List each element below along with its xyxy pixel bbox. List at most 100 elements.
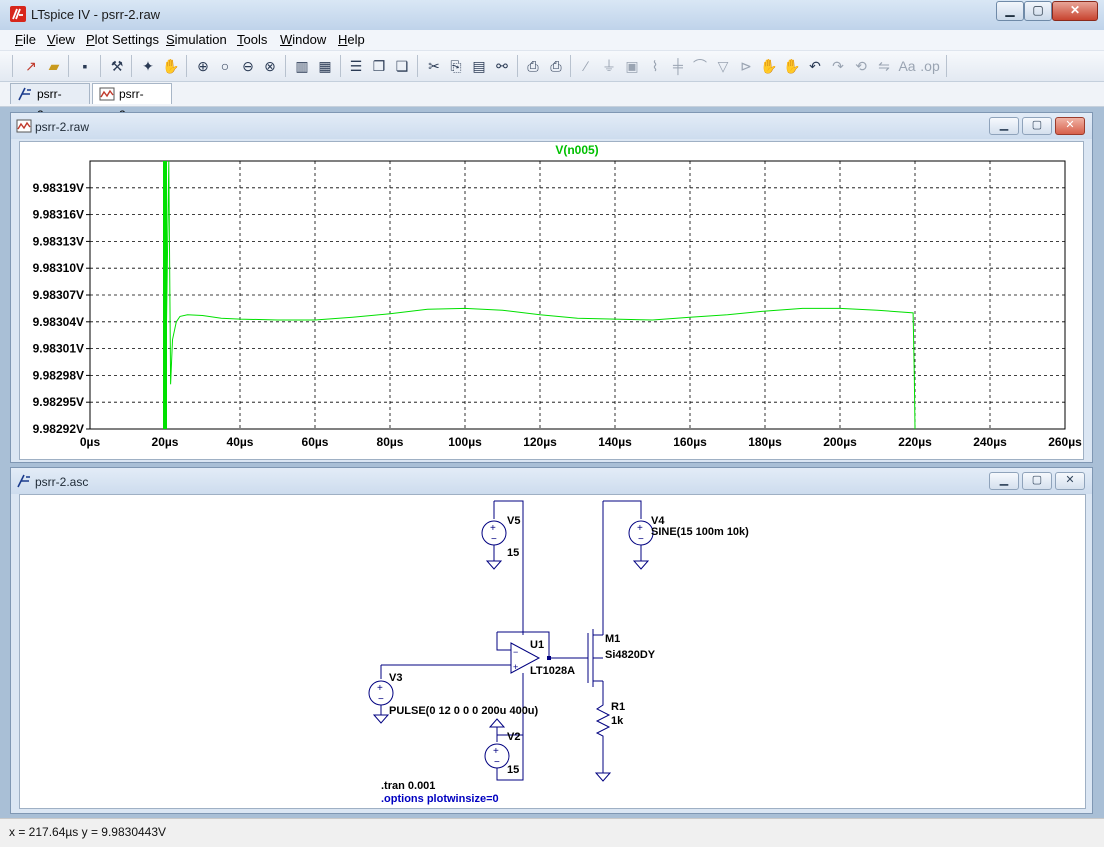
move-icon[interactable]: ✋ (759, 56, 779, 76)
close-button[interactable]: ✕ (1052, 1, 1098, 21)
svg-text:−: − (513, 647, 518, 657)
plot-window-title: psrr-2.raw (35, 120, 90, 134)
schematic-icon (18, 87, 31, 101)
waveform-chart[interactable]: V(n005) 0µs 20µs 40µs 60µs 80µs 100µs 120µs 140… (20, 142, 1083, 459)
run-icon[interactable]: ✦ (138, 56, 158, 76)
x-tick-label: 80µs (377, 435, 404, 449)
menu-simulation-accel: S (166, 32, 175, 47)
cut-icon[interactable]: ✂ (424, 56, 444, 76)
menu-plot-settings-accel: P (86, 32, 95, 47)
plot-window: psrr-2.raw ▁ ▢ ✕ V(n005) 0µs 20µs 40µs 60µs… (10, 112, 1093, 463)
resistor-icon[interactable]: ⌇ (645, 56, 665, 76)
grid-icon[interactable]: ▦ (315, 56, 335, 76)
tile-vertical-icon[interactable]: ❏ (392, 56, 412, 76)
label-net-icon[interactable]: ▣ (622, 56, 642, 76)
x-tick-label: 180µs (748, 435, 782, 449)
r1-name-label[interactable]: R1 (611, 701, 625, 713)
capacitor-icon[interactable]: ╪ (668, 56, 688, 76)
toolbar: ↗ ▰ ▪ ⚒ ✦ ✋ ⊕ ○ ⊖ ⊗ ▥ ▦ ☰ ❐ ❏ ✂ ⎘ ▤ ⚯ ⎙ … (0, 51, 1104, 82)
tran-directive[interactable]: .tran 0.001 (381, 780, 435, 792)
v2-name-label[interactable]: V2 (507, 731, 520, 743)
minimize-button[interactable]: ▁ (996, 1, 1024, 21)
menu-simulation[interactable]: Simulation (166, 32, 227, 47)
zoom-in-icon[interactable]: ⊕ (193, 56, 213, 76)
u1-value-label[interactable]: LT1028A (530, 665, 575, 677)
junction-dot (547, 656, 551, 660)
tab-psrr-2-asc[interactable]: psrr-2.asc (10, 83, 90, 122)
x-tick-label: 20µs (152, 435, 179, 449)
svg-text:+: + (493, 746, 499, 757)
svg-text:+: + (513, 662, 518, 672)
print-icon[interactable]: ⎙ (546, 56, 566, 76)
y-axis: 9.98292V 9.98295V 9.98298V 9.98301V 9.98304V… (33, 181, 84, 436)
inductor-icon[interactable]: ⌒ (690, 56, 710, 76)
v4-value-label[interactable]: SINE(15 100m 10k) (651, 526, 749, 538)
diode-icon[interactable]: ▽ (713, 56, 733, 76)
schematic-minimize-button[interactable]: ▁ (989, 472, 1019, 490)
menu-plot-settings[interactable]: Plot Settings (86, 32, 159, 47)
tab-psrr-2-raw[interactable]: psrr-2.raw (92, 83, 172, 122)
ground-icon[interactable]: ⏚ (599, 56, 619, 76)
schematic-drawing[interactable]: +− +− +− +− −+ V5 15 V4 SINE(15 100m 10k… (20, 495, 1085, 808)
new-schematic-icon[interactable]: ↗ (21, 56, 41, 76)
plot-window-title-bar: psrr-2.raw ▁ ▢ ✕ (11, 113, 1092, 139)
trace-label[interactable]: V(n005) (555, 143, 598, 157)
v3-name-label[interactable]: V3 (389, 672, 402, 684)
r1-value-label[interactable]: 1k (611, 715, 624, 727)
schematic-close-button[interactable]: ✕ (1055, 472, 1085, 490)
m1-value-label[interactable]: Si4820DY (605, 649, 656, 661)
svg-text:−: − (494, 757, 500, 768)
open-folder-icon[interactable]: ▰ (44, 56, 64, 76)
spice-directive-icon[interactable]: .op (920, 56, 940, 76)
schematic-maximize-button[interactable]: ▢ (1022, 472, 1052, 490)
undo-icon[interactable]: ↶ (805, 56, 825, 76)
v5-value-label[interactable]: 15 (507, 547, 519, 559)
component-labels: V5 15 V4 SINE(15 100m 10k) U1 LT1028A M1… (381, 515, 749, 805)
options-directive[interactable]: .options plotwinsize=0 (381, 793, 499, 805)
menu-tools[interactable]: Tools (237, 32, 267, 47)
menu-file[interactable]: File (15, 32, 36, 47)
waveform-plot-area[interactable]: V(n005) 0µs 20µs 40µs 60µs 80µs 100µs 120µs 140… (19, 141, 1084, 460)
menu-view[interactable]: View (47, 32, 75, 47)
copy-icon[interactable]: ⎘ (446, 56, 466, 76)
zoom-cancel-icon[interactable]: ⊗ (260, 56, 280, 76)
maximize-button[interactable]: ▢ (1024, 1, 1052, 21)
text-icon[interactable]: Aa (897, 56, 917, 76)
menu-window[interactable]: Window (280, 32, 326, 47)
u1-name-label[interactable]: U1 (530, 639, 544, 651)
drag-icon[interactable]: ✋ (782, 56, 802, 76)
zoom-out-icon[interactable]: ⊖ (238, 56, 258, 76)
autorange-icon[interactable]: ▥ (292, 56, 312, 76)
find-binoculars-icon[interactable]: ⚯ (492, 56, 512, 76)
schematic-icon (17, 474, 30, 488)
v5-name-label[interactable]: V5 (507, 515, 520, 527)
redo-icon[interactable]: ↷ (828, 56, 848, 76)
print-preview-icon[interactable]: ⎙ (523, 56, 543, 76)
y-tick-label: 9.98316V (33, 208, 84, 222)
menu-help[interactable]: Help (338, 32, 365, 47)
component-icon[interactable]: ⊳ (736, 56, 756, 76)
v2-value-label[interactable]: 15 (507, 764, 519, 776)
wire-icon[interactable]: ∕ (576, 56, 596, 76)
paste-icon[interactable]: ▤ (469, 56, 489, 76)
y-tick-label: 9.98298V (33, 368, 84, 382)
tile-horizontal-icon[interactable]: ☰ (346, 56, 366, 76)
mirror-icon[interactable]: ⇋ (874, 56, 894, 76)
zoom-full-icon[interactable]: ○ (215, 56, 235, 76)
pan-hand-icon[interactable]: ✋ (161, 56, 181, 76)
toolbar-separator (517, 55, 518, 77)
v3-value-label[interactable]: PULSE(0 12 0 0 0 200u 400u) (389, 705, 539, 717)
plot-close-button[interactable]: ✕ (1055, 117, 1085, 135)
save-icon[interactable]: ▪ (75, 56, 95, 76)
y-tick-label: 9.98319V (33, 181, 84, 195)
plot-maximize-button[interactable]: ▢ (1022, 117, 1052, 135)
rotate-icon[interactable]: ⟲ (851, 56, 871, 76)
plot-minimize-button[interactable]: ▁ (989, 117, 1019, 135)
m1-name-label[interactable]: M1 (605, 633, 620, 645)
menu-window-accel: W (280, 32, 293, 47)
cascade-icon[interactable]: ❐ (369, 56, 389, 76)
control-panel-icon[interactable]: ⚒ (107, 56, 127, 76)
y-tick-label: 9.98313V (33, 234, 84, 248)
y-tick-label: 9.98292V (33, 422, 84, 436)
schematic-canvas[interactable]: + − + − + − + − − + V5 15 V4 SINE(15 100m 10k… (19, 494, 1086, 809)
